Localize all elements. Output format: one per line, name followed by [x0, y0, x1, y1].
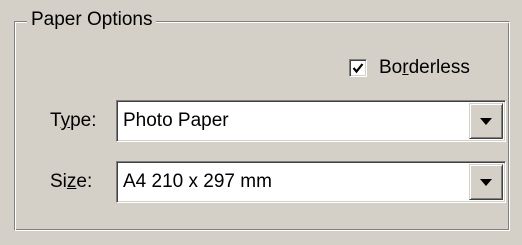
paper-size-dropdown-button[interactable]	[469, 164, 503, 200]
borderless-label[interactable]: Borderless	[379, 56, 470, 80]
borderless-checkbox[interactable]	[349, 59, 367, 77]
paper-type-dropdown-button[interactable]	[469, 103, 503, 139]
borderless-option[interactable]: Borderless	[349, 56, 470, 80]
paper-size-value: A4 210 x 297 mm	[123, 171, 272, 192]
type-label-text: Type:	[50, 110, 97, 131]
paper-size-dropdown[interactable]: A4 210 x 297 mm	[116, 161, 506, 203]
paper-type-value: Photo Paper	[123, 110, 229, 131]
paper-type-dropdown[interactable]: Photo Paper	[116, 100, 506, 142]
down-arrow-icon	[480, 117, 492, 125]
down-arrow-icon	[480, 178, 492, 186]
paper-options-title: Paper Options	[27, 8, 157, 32]
type-label: Type:	[50, 109, 96, 133]
borderless-label-text: Borderless	[379, 57, 470, 78]
paper-options-panel: Paper Options Borderless Type: Photo Pap…	[0, 0, 522, 245]
size-label: Size:	[50, 170, 92, 194]
checkmark-icon	[352, 63, 364, 74]
size-label-text: Size:	[50, 171, 93, 192]
